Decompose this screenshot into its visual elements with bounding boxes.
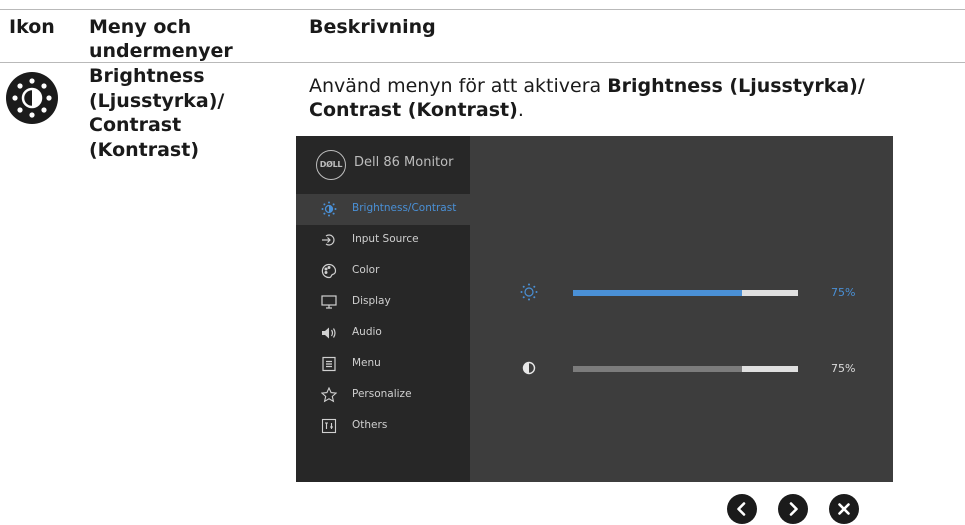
osd-item-label: Others: [352, 419, 388, 431]
brightness-slider[interactable]: [573, 290, 798, 296]
header-description: Beskrivning: [309, 16, 436, 38]
menu-name: Brightness (Ljusstyrka)/ Contrast (Kontr…: [89, 64, 224, 162]
brightness-icon: [321, 201, 337, 217]
menu-name-line: (Ljusstyrka)/: [89, 89, 225, 112]
menu-name-line: (Kontrast): [89, 138, 200, 161]
close-button[interactable]: [829, 494, 859, 524]
input-source-icon: [321, 232, 337, 248]
contrast-slider-fill: [573, 366, 742, 372]
osd-item-others[interactable]: Others: [296, 411, 470, 442]
description-bold-2: Contrast (Kontrast): [309, 99, 518, 121]
contrast-value: 75%: [831, 362, 856, 375]
color-palette-icon: [321, 263, 337, 279]
osd-panel: DØLL Dell 86 Monitor Brightness/Contrast…: [296, 136, 893, 482]
speaker-icon: [321, 325, 337, 341]
osd-item-display[interactable]: Display: [296, 287, 470, 318]
description-bold: Brightness (Ljusstyrka)/: [607, 75, 865, 97]
contrast-slider[interactable]: [573, 366, 798, 372]
osd-header: DØLL Dell 86 Monitor: [296, 136, 470, 194]
chevron-left-icon: [737, 502, 746, 516]
table-top-rule: [0, 9, 965, 10]
close-icon: [838, 503, 850, 515]
menu-name-line: Brightness: [89, 65, 205, 87]
chevron-right-button[interactable]: [778, 494, 808, 524]
osd-item-color[interactable]: Color: [296, 256, 470, 287]
header-menu: Meny och undermenyer: [89, 16, 233, 62]
osd-item-label: Display: [352, 295, 391, 307]
dell-logo: DØLL: [316, 150, 346, 180]
osd-item-brightness-contrast[interactable]: Brightness/Contrast: [296, 194, 470, 225]
osd-item-label: Personalize: [352, 388, 412, 400]
brightness-value: 75%: [831, 286, 856, 299]
brightness-slider-fill: [573, 290, 742, 296]
osd-sidebar: DØLL Dell 86 Monitor Brightness/Contrast…: [296, 136, 470, 482]
star-icon: [320, 386, 338, 403]
header-icon: Ikon: [9, 16, 55, 38]
description-prefix: Använd menyn för att aktivera: [309, 75, 608, 97]
chevron-left-button[interactable]: [727, 494, 757, 524]
description-text: Använd menyn för att aktivera Brightness…: [309, 74, 865, 122]
osd-item-label: Menu: [352, 357, 381, 369]
others-icon: [321, 418, 337, 434]
description-suffix: .: [517, 99, 524, 121]
osd-item-label: Audio: [352, 326, 382, 338]
osd-item-input-source[interactable]: Input Source: [296, 225, 470, 256]
osd-item-label: Brightness/Contrast: [352, 202, 457, 214]
display-icon: [321, 294, 337, 310]
osd-item-label: Color: [352, 264, 380, 276]
menu-icon: [321, 356, 337, 372]
menu-name-line: Contrast: [89, 114, 182, 136]
monitor-model: Dell 86 Monitor: [354, 155, 454, 170]
chevron-right-icon: [789, 502, 798, 516]
brightness-contrast-icon: [4, 70, 60, 126]
osd-item-label: Input Source: [352, 233, 419, 245]
osd-item-personalize[interactable]: Personalize: [296, 380, 470, 411]
brightness-icon: [520, 283, 538, 301]
osd-item-menu[interactable]: Menu: [296, 349, 470, 380]
osd-item-audio[interactable]: Audio: [296, 318, 470, 349]
contrast-icon: [520, 359, 538, 377]
